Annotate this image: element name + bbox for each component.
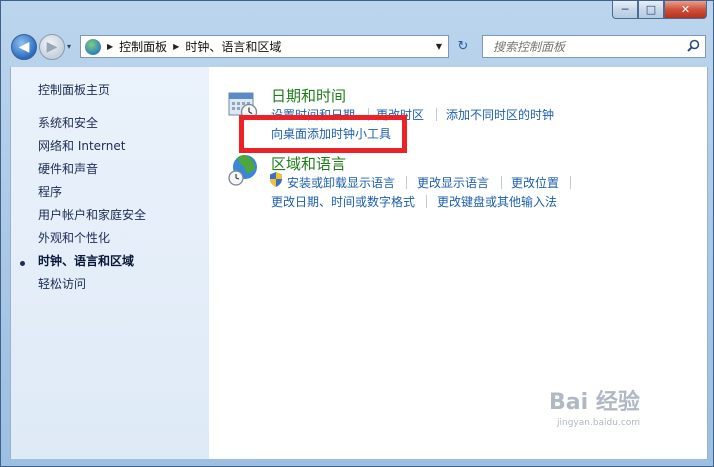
- link-add-clocks-time-zones[interactable]: 添加不同时区的时钟: [446, 106, 554, 123]
- back-button[interactable]: ◀: [11, 34, 37, 60]
- address-bar[interactable]: ▶ 控制面板 ▶ 时钟、语言和区域 ▼: [80, 35, 449, 58]
- link-separator: [436, 108, 437, 121]
- forward-button[interactable]: ▶: [39, 34, 65, 60]
- breadcrumb-arrow-icon[interactable]: ▶: [107, 42, 113, 51]
- link-change-keyboards-input-methods[interactable]: 更改键盘或其他输入法: [437, 193, 557, 210]
- sidebar-item-appearance[interactable]: 外观和个性化: [38, 229, 110, 246]
- baidu-watermark: Bai 经验 jingyan.baidu.com: [549, 384, 640, 428]
- link-separator: [501, 176, 502, 189]
- sidebar: 控制面板主页 系统和安全 网络和 Internet 硬件和声音 程序 用户帐户和…: [10, 67, 210, 459]
- search-input[interactable]: [491, 38, 687, 55]
- uac-shield-icon: [270, 172, 282, 187]
- sidebar-item-ease-of-access[interactable]: 轻松访问: [38, 275, 86, 292]
- address-dropdown-icon[interactable]: ▼: [436, 42, 442, 51]
- link-change-display-language[interactable]: 更改显示语言: [417, 174, 489, 191]
- breadcrumb-clock-language-region[interactable]: 时钟、语言和区域: [185, 38, 281, 55]
- maximize-button[interactable]: □: [638, 1, 664, 19]
- link-install-uninstall-display-languages[interactable]: 安装或卸载显示语言: [287, 174, 395, 191]
- link-change-location[interactable]: 更改位置: [511, 174, 559, 191]
- link-separator: [570, 176, 571, 189]
- watermark-url: jingyan.baidu.com: [557, 418, 641, 428]
- link-change-date-time-number-formats[interactable]: 更改日期、时间或数字格式: [271, 193, 415, 210]
- sidebar-item-clock-language-region[interactable]: 时钟、语言和区域: [38, 252, 134, 269]
- caption-buttons: ─ □ ✕: [612, 1, 707, 19]
- breadcrumb-control-panel[interactable]: 控制面板: [119, 38, 167, 55]
- sidebar-item-programs[interactable]: 程序: [38, 183, 62, 200]
- control-panel-icon: [85, 38, 101, 55]
- breadcrumb-arrow-icon[interactable]: ▶: [173, 42, 179, 51]
- minimize-button[interactable]: ─: [612, 1, 638, 19]
- sidebar-item-system-security[interactable]: 系统和安全: [38, 114, 98, 131]
- watermark-text: Bai 经验: [549, 390, 640, 415]
- active-bullet-icon: [20, 261, 25, 266]
- refresh-button[interactable]: ↻: [451, 35, 475, 58]
- sidebar-item-control-panel-home[interactable]: 控制面板主页: [38, 81, 110, 98]
- sidebar-item-hardware-sound[interactable]: 硬件和声音: [38, 160, 98, 177]
- link-separator: [426, 195, 427, 208]
- link-separator: [406, 176, 407, 189]
- search-box[interactable]: [482, 35, 706, 58]
- globe-clock-icon[interactable]: [227, 153, 259, 187]
- category-title-date-time[interactable]: 日期和时间: [271, 85, 346, 106]
- sidebar-item-user-accounts[interactable]: 用户帐户和家庭安全: [38, 206, 146, 223]
- search-icon[interactable]: [687, 39, 705, 55]
- sidebar-item-network-internet[interactable]: 网络和 Internet: [38, 137, 125, 154]
- category-title-region-language[interactable]: 区域和语言: [271, 153, 346, 174]
- close-button[interactable]: ✕: [664, 1, 707, 19]
- highlight-box: [239, 115, 407, 153]
- recent-pages-dropdown-icon[interactable]: ▾: [67, 42, 71, 51]
- control-panel-window: ─ □ ✕ ◀ ▶ ▾ ▶ 控制面板 ▶ 时钟、语言和区域 ▼ ↻ 控制面板主页…: [0, 0, 714, 467]
